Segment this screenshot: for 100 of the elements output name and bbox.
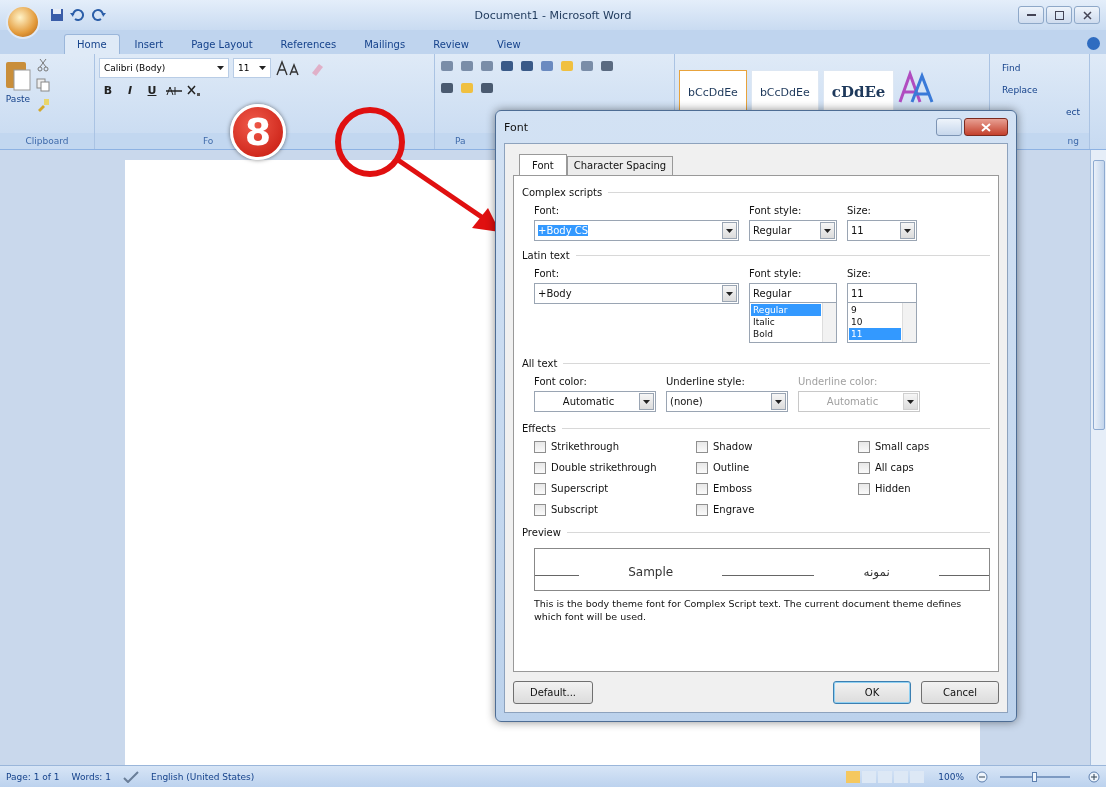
section-heading: Latin text: [522, 249, 570, 261]
editing-command[interactable]: Find: [1002, 58, 1085, 78]
font-style-list[interactable]: Regular Italic Bold: [749, 303, 837, 343]
strikethrough-icon[interactable]: [165, 84, 183, 97]
checkbox[interactable]: [534, 461, 546, 474]
office-button[interactable]: [6, 5, 40, 39]
proofing-icon[interactable]: [123, 770, 139, 783]
editing-command[interactable]: ect: [1066, 102, 1085, 122]
help-button[interactable]: [936, 118, 962, 136]
word-count[interactable]: Words: 1: [71, 771, 111, 782]
list-item[interactable]: 9: [849, 304, 901, 316]
dropdown-arrow-icon: [726, 291, 733, 296]
dropdown-select[interactable]: (none): [666, 391, 788, 412]
checkbox-label: Subscript: [551, 504, 598, 515]
undo-icon[interactable]: [70, 8, 84, 22]
zoom-out-icon[interactable]: [976, 770, 988, 783]
restore-icon: [1054, 10, 1064, 20]
zoom-in-icon[interactable]: [1088, 770, 1100, 783]
dropdown-select[interactable]: Automatic: [534, 391, 656, 412]
scissors-icon[interactable]: [36, 58, 50, 72]
preview-sample: Sample: [628, 564, 674, 579]
format-button[interactable]: I: [121, 84, 139, 97]
ribbon-tab[interactable]: Home: [64, 34, 120, 54]
dialog-button[interactable]: Default...: [513, 680, 593, 704]
minimize-button[interactable]: [1018, 6, 1044, 24]
preview-sample: نمونه: [863, 564, 890, 579]
checkbox[interactable]: [696, 461, 708, 474]
checkbox[interactable]: [696, 503, 708, 516]
section-heading: All text: [522, 357, 558, 369]
checkbox-label: All caps: [875, 462, 914, 473]
page-count[interactable]: Page: 1 of 1: [6, 771, 60, 782]
font-size-input[interactable]: 11: [847, 283, 917, 303]
dialog-title: Font: [504, 120, 528, 134]
dialog-tab[interactable]: Character Spacing: [566, 156, 674, 176]
ribbon-tab[interactable]: Mailings: [351, 34, 419, 54]
section-heading: Preview: [522, 526, 561, 538]
ribbon-tab[interactable]: Review: [420, 34, 482, 54]
close-button[interactable]: [1074, 6, 1100, 24]
close-icon: [981, 122, 991, 132]
dropdown-arrow-icon: [217, 66, 224, 70]
format-button[interactable]: B: [99, 84, 117, 97]
list-item[interactable]: 10: [849, 316, 901, 328]
checkbox-label: Superscript: [551, 483, 609, 494]
vertical-scrollbar[interactable]: [1090, 150, 1106, 765]
window-title: Document1 - Microsoft Word: [474, 8, 632, 22]
latin-font-select[interactable]: +Body: [534, 283, 739, 304]
paste-button[interactable]: Paste: [4, 58, 32, 133]
field-label: Size:: [847, 204, 872, 218]
checkbox-label: Strikethrough: [551, 441, 620, 452]
dropdown-arrow-icon: [259, 66, 266, 70]
subscript-icon[interactable]: [187, 84, 201, 97]
dialog-tab[interactable]: Font: [519, 154, 567, 176]
dropdown-arrow-icon: [907, 399, 914, 404]
save-icon[interactable]: [50, 8, 64, 22]
section-heading: Complex scripts: [522, 186, 603, 198]
list-item[interactable]: Italic: [751, 316, 821, 328]
checkbox[interactable]: [534, 482, 546, 495]
field-label: Underline color:: [798, 375, 879, 389]
format-button[interactable]: U: [143, 84, 161, 97]
ribbon-tab[interactable]: Insert: [121, 34, 177, 54]
list-item[interactable]: Bold: [751, 328, 821, 340]
checkbox-label: Shadow: [713, 441, 753, 452]
redo-icon[interactable]: [92, 8, 106, 22]
font-name-combo[interactable]: Calibri (Body): [99, 58, 229, 78]
checkbox[interactable]: [696, 440, 708, 453]
help-icon[interactable]: [1087, 37, 1100, 50]
dialog-button[interactable]: OK: [833, 680, 911, 704]
field-label: Font color:: [534, 375, 588, 389]
dropdown-arrow-icon: [643, 399, 650, 404]
checkbox[interactable]: [534, 503, 546, 516]
ribbon-tab[interactable]: View: [483, 34, 534, 54]
ribbon-tab[interactable]: References: [267, 34, 350, 54]
copy-icon[interactable]: [36, 78, 50, 92]
field-label: Font:: [534, 204, 561, 218]
font-style-input[interactable]: Regular: [749, 283, 837, 303]
close-icon: [1082, 10, 1092, 20]
complex-style-select[interactable]: Regular: [749, 220, 837, 241]
editing-command[interactable]: Replace: [1002, 80, 1085, 100]
checkbox[interactable]: [534, 440, 546, 453]
preview-note: This is the body theme font for Complex Script text. The current document theme defines which font will be used.: [534, 597, 963, 623]
restore-button[interactable]: [1046, 6, 1072, 24]
group-label: Clipboard: [0, 133, 94, 149]
font-size-combo[interactable]: 11: [233, 58, 271, 78]
font-size-list[interactable]: 9 10 11: [847, 303, 917, 343]
field-label: Font style:: [749, 267, 803, 281]
close-button[interactable]: [964, 118, 1008, 136]
language[interactable]: English (United States): [151, 771, 255, 782]
dialog-button[interactable]: Cancel: [921, 680, 999, 704]
zoom-level[interactable]: 100%: [938, 771, 964, 782]
checkbox[interactable]: [858, 482, 870, 495]
checkbox[interactable]: [858, 440, 870, 453]
zoom-slider-thumb[interactable]: [1032, 771, 1037, 782]
checkbox-label: Outline: [713, 462, 750, 473]
checkbox[interactable]: [858, 461, 870, 474]
brush-icon[interactable]: [36, 98, 50, 112]
checkbox[interactable]: [696, 482, 708, 495]
ribbon-tab[interactable]: Page Layout: [178, 34, 266, 54]
section-heading: Effects: [522, 422, 556, 434]
complex-size-select[interactable]: 11: [847, 220, 917, 241]
checkbox-label: Double strikethrough: [551, 462, 657, 473]
